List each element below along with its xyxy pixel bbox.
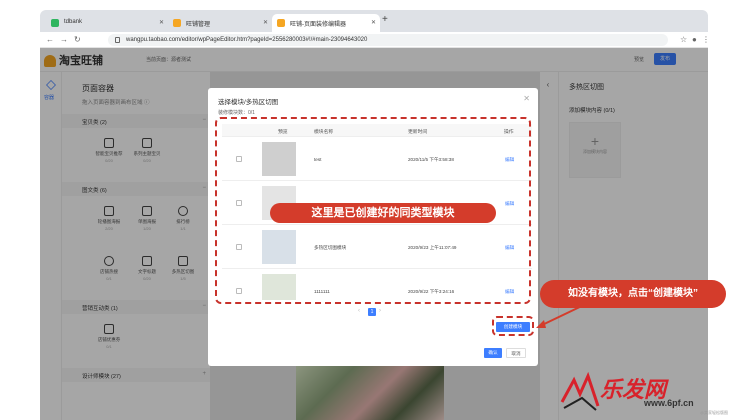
tab-label: 旺铺管理: [186, 22, 211, 28]
tab-label: tdbank: [64, 19, 83, 25]
wangpu-favicon-icon: [277, 19, 285, 27]
tdbank-favicon-icon: [51, 19, 59, 27]
browser-tab-bar: tdbank ✕ 旺铺管理 ✕ 旺铺-页面装修编辑器 ✕: [40, 10, 708, 32]
confirm-button[interactable]: 确认: [484, 348, 502, 358]
browser-tab-tdbank[interactable]: tdbank ✕: [46, 14, 168, 32]
tab-label: 旺铺-页面装修编辑器: [290, 22, 346, 28]
annotation-callout-existing: 这里是已创建好的同类型模块: [270, 203, 496, 223]
pagination-next-icon[interactable]: ›: [379, 308, 381, 314]
menu-dots-icon[interactable]: ⋮: [702, 35, 710, 44]
watermark-url: www.6pf.cn: [644, 398, 694, 408]
close-tab-icon[interactable]: ✕: [159, 19, 164, 26]
reload-icon[interactable]: ↻: [74, 35, 81, 44]
url-input[interactable]: wangpu.taobao.com/editor/wpPageEditor.ht…: [108, 34, 668, 46]
back-arrow-icon[interactable]: ←: [46, 35, 54, 44]
url-text: wangpu.taobao.com/editor/wpPageEditor.ht…: [126, 37, 368, 43]
close-tab-icon[interactable]: ✕: [371, 19, 376, 26]
lock-icon: [115, 37, 120, 43]
screenshot-frame: { "browser": { "tabs": [ {"label": "tdba…: [0, 0, 746, 420]
star-icon[interactable]: ☆: [680, 35, 687, 44]
annotation-button-highlight: [492, 316, 534, 336]
browser-tab-page-editor[interactable]: 旺铺-页面装修编辑器 ✕: [272, 14, 380, 32]
pagination-page[interactable]: 1: [368, 308, 376, 316]
pagination-prev-icon[interactable]: ‹: [358, 308, 360, 314]
annotation-callout-create: 如没有模块，点击“创建模块”: [540, 280, 726, 308]
watermark-small-text: @卖家轻松版图: [700, 410, 729, 415]
address-bar: ← → ↻ wangpu.taobao.com/editor/wpPageEdi…: [40, 32, 710, 48]
wangpu-favicon-icon: [173, 19, 181, 27]
cancel-button[interactable]: 取消: [506, 348, 526, 358]
watermark-deco-icon: [560, 372, 600, 411]
close-tab-icon[interactable]: ✕: [263, 19, 268, 26]
dialog-title: 选择模块/多热区切图: [218, 99, 279, 106]
profile-icon[interactable]: ●: [692, 35, 697, 44]
new-tab-button[interactable]: +: [382, 14, 388, 25]
module-count-label: 装修模块数：0/1: [218, 110, 255, 116]
close-icon[interactable]: ✕: [523, 94, 530, 103]
forward-arrow-icon[interactable]: →: [60, 35, 68, 44]
browser-tab-wangpu-manage[interactable]: 旺铺管理 ✕: [168, 14, 272, 32]
